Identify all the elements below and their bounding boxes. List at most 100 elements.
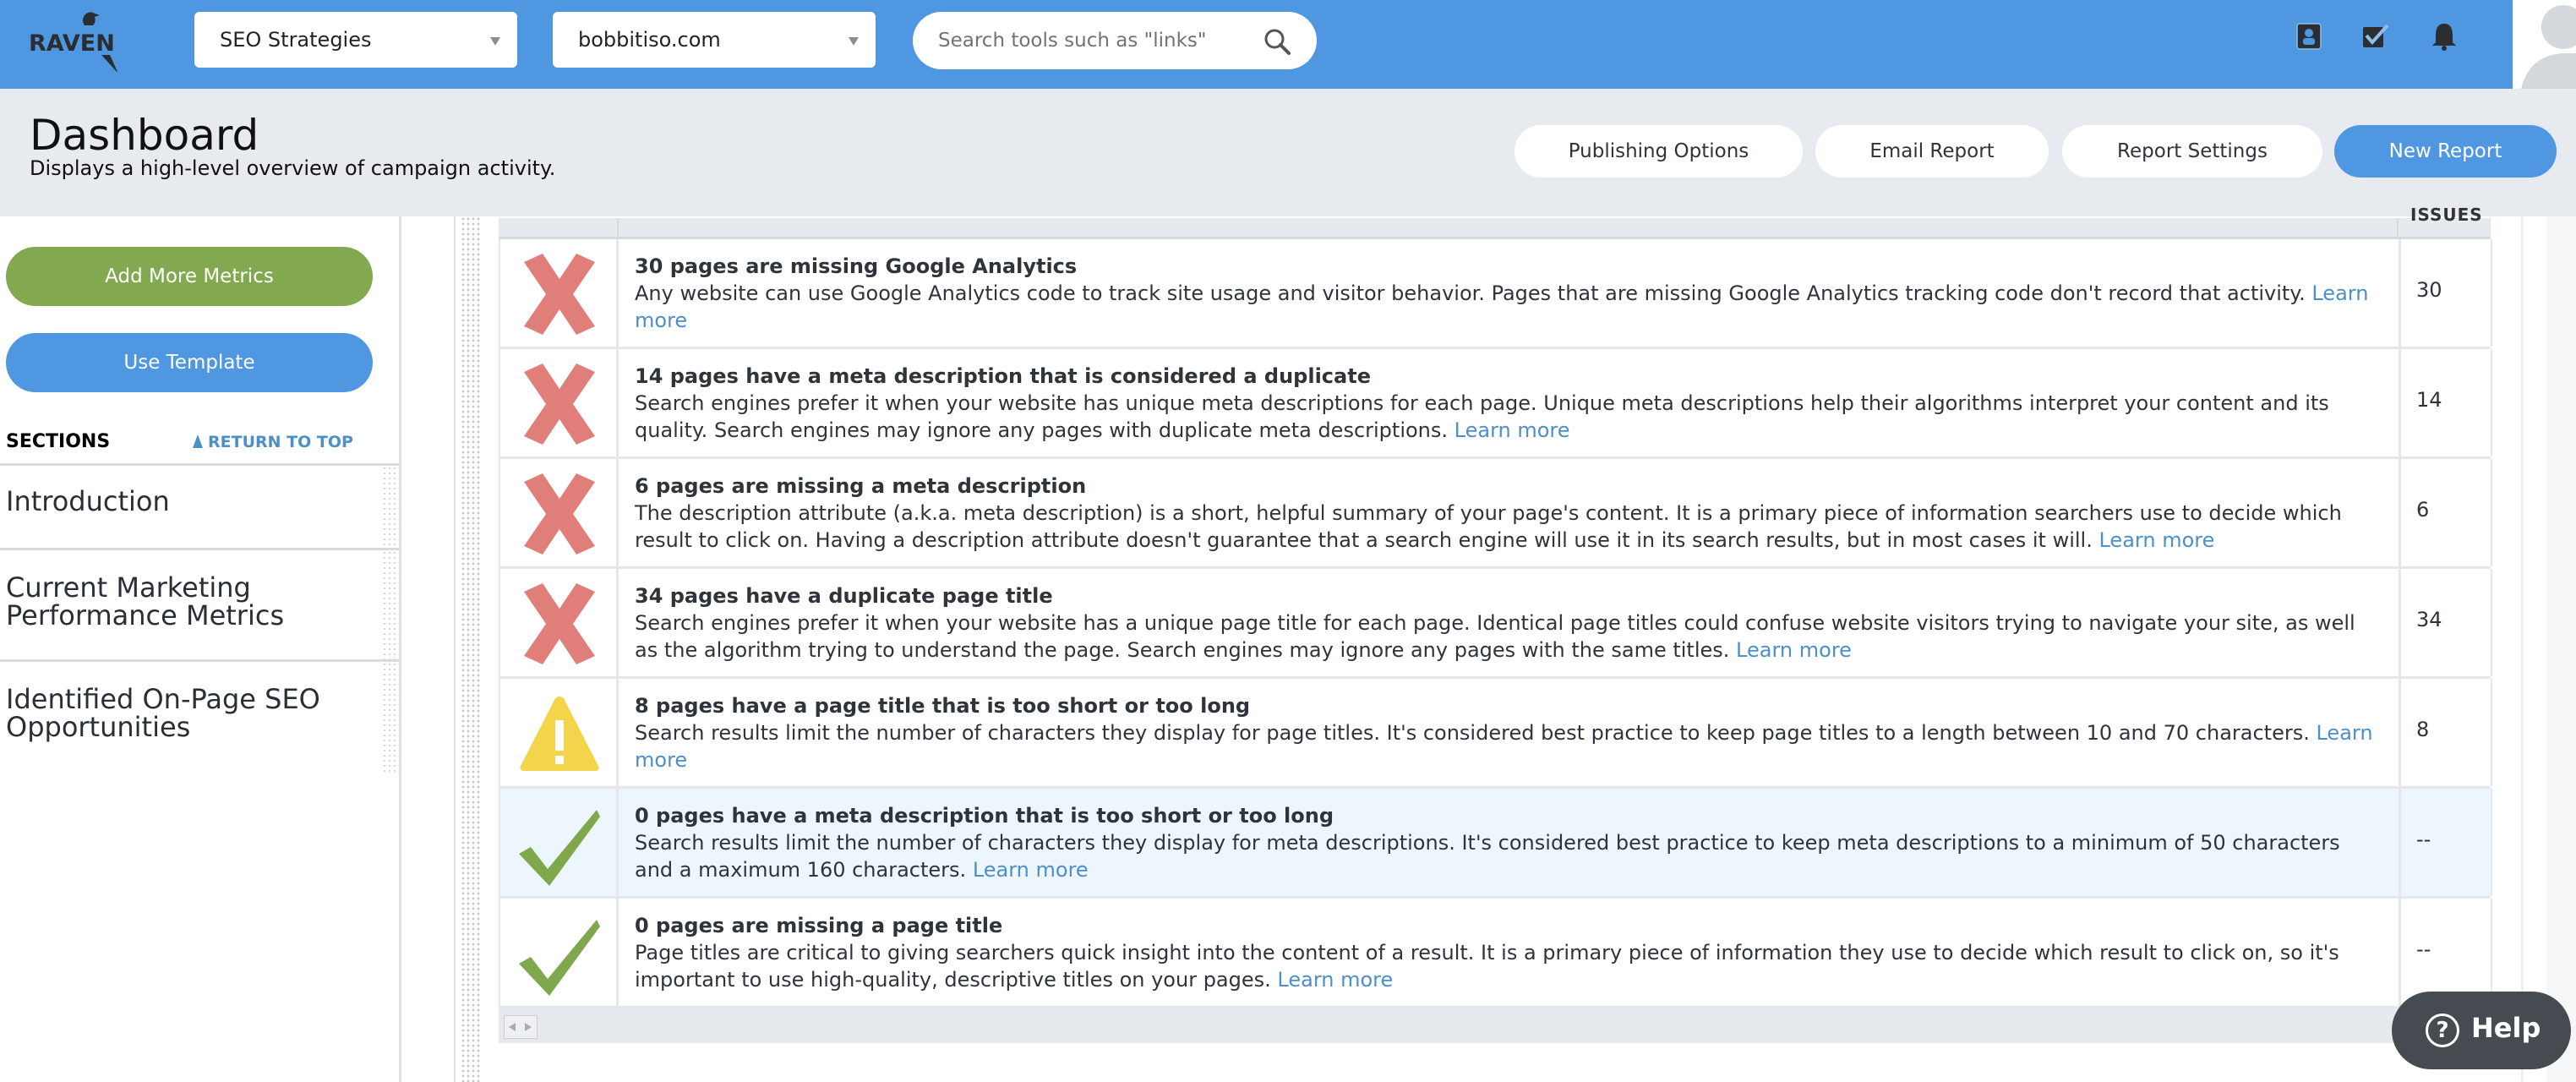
campaign-select[interactable]: SEO Strategies bbox=[194, 12, 517, 68]
search-icon[interactable] bbox=[1263, 27, 1291, 56]
issue-content: 34 pages have a duplicate page title Sea… bbox=[635, 569, 2382, 676]
add-more-metrics-button[interactable]: Add More Metrics bbox=[6, 247, 373, 306]
issues-count: 34 bbox=[2416, 608, 2442, 631]
logo-text: RAVEN bbox=[29, 30, 115, 57]
status-cell bbox=[500, 349, 619, 456]
issue-description: Search engines prefer it when your websi… bbox=[635, 609, 2382, 664]
issue-description: Page titles are critical to giving searc… bbox=[635, 939, 2382, 993]
issues-count: -- bbox=[2416, 937, 2431, 961]
table-row: 30 pages are missing Google Analytics An… bbox=[499, 239, 2492, 349]
tool-search[interactable] bbox=[913, 12, 1317, 69]
domain-select[interactable]: bobbitiso.com bbox=[553, 12, 876, 68]
section-drag-handle[interactable] bbox=[461, 216, 481, 1082]
issue-title: 34 pages have a duplicate page title bbox=[635, 583, 1053, 608]
issues-count: 8 bbox=[2416, 718, 2430, 741]
user-avatar[interactable] bbox=[2513, 0, 2576, 89]
report-settings-button[interactable]: Report Settings bbox=[2062, 125, 2322, 178]
issue-description-text: Page titles are critical to giving searc… bbox=[635, 940, 2339, 992]
issues-count-cell: 30 bbox=[2399, 239, 2492, 347]
page-header: Dashboard Displays a high-level overview… bbox=[0, 89, 2576, 216]
return-to-top-link[interactable]: RETURN TO TOP bbox=[193, 433, 353, 451]
sidebar-item-identified-on-page-seo-opportunities[interactable]: Identified On-Page SEO Opportunities bbox=[0, 659, 399, 773]
use-template-button[interactable]: Use Template bbox=[6, 333, 373, 392]
new-report-button[interactable]: New Report bbox=[2334, 125, 2557, 178]
tasks-checkbox-icon[interactable] bbox=[2361, 22, 2389, 51]
table-row: 0 pages have a meta description that is … bbox=[499, 789, 2492, 899]
drag-handle[interactable] bbox=[382, 466, 399, 548]
chevron-down-icon bbox=[849, 37, 859, 46]
learn-more-link[interactable]: Learn more bbox=[2098, 528, 2214, 552]
sidebar-item-label: Current Marketing Performance Metrics bbox=[6, 571, 285, 631]
scroll-left-icon[interactable] bbox=[509, 1023, 516, 1031]
drag-handle[interactable] bbox=[382, 662, 399, 773]
issue-content: 14 pages have a meta description that is… bbox=[635, 349, 2382, 456]
status-cell bbox=[500, 789, 619, 896]
learn-more-link[interactable]: Learn more bbox=[973, 858, 1089, 882]
issues-column-header[interactable]: ISSUES bbox=[2410, 205, 2483, 225]
top-navigation-bar: RAVEN SEO Strategies bobbitiso.com bbox=[0, 0, 2576, 89]
sidebar: Add More Metrics Use Template SECTIONS R… bbox=[0, 216, 401, 1082]
issue-content: 6 pages are missing a meta description T… bbox=[635, 459, 2382, 566]
issue-title: 8 pages have a page title that is too sh… bbox=[635, 693, 1251, 718]
page-title: Dashboard bbox=[30, 111, 259, 160]
issues-count: 14 bbox=[2416, 388, 2442, 412]
notifications-bell-icon[interactable] bbox=[2431, 22, 2458, 51]
issue-description: Any website can use Google Analytics cod… bbox=[635, 280, 2382, 334]
table-row: 6 pages are missing a meta description T… bbox=[499, 459, 2492, 569]
page-subtitle: Displays a high-level overview of campai… bbox=[30, 156, 556, 180]
status-cell bbox=[500, 459, 619, 566]
issues-count-cell: -- bbox=[2399, 789, 2492, 896]
issue-title: 30 pages are missing Google Analytics bbox=[635, 254, 1078, 278]
right-gutter bbox=[2546, 216, 2576, 1082]
search-input[interactable] bbox=[938, 24, 1251, 57]
issues-count: 6 bbox=[2416, 498, 2430, 522]
issue-description-text: Any website can use Google Analytics cod… bbox=[635, 281, 2306, 305]
contacts-icon[interactable] bbox=[2295, 22, 2322, 51]
column-divider bbox=[2397, 218, 2399, 239]
issues-count-cell: 6 bbox=[2399, 459, 2492, 566]
issues-count-cell: -- bbox=[2399, 899, 2492, 1006]
issue-content: 8 pages have a page title that is too sh… bbox=[635, 679, 2382, 786]
table-row: 14 pages have a meta description that is… bbox=[499, 349, 2492, 459]
drag-handle[interactable] bbox=[382, 550, 399, 659]
issue-content: 30 pages are missing Google Analytics An… bbox=[635, 239, 2382, 347]
return-to-top-label: RETURN TO TOP bbox=[208, 433, 353, 451]
table-footer bbox=[499, 1008, 2491, 1043]
campaign-select-value: SEO Strategies bbox=[220, 28, 372, 52]
learn-more-link[interactable]: Learn more bbox=[1277, 968, 1393, 992]
status-cell bbox=[500, 569, 619, 676]
issues-count-cell: 34 bbox=[2399, 569, 2492, 676]
sidebar-item-label: Identified On-Page SEO Opportunities bbox=[6, 683, 320, 743]
sections-heading: SECTIONS bbox=[6, 431, 111, 452]
issue-description: The description attribute (a.k.a. meta d… bbox=[635, 500, 2382, 554]
raven-logo[interactable]: RAVEN bbox=[25, 8, 118, 74]
issue-description: Search results limit the number of chara… bbox=[635, 719, 2382, 773]
issue-description-text: The description attribute (a.k.a. meta d… bbox=[635, 500, 2342, 552]
email-report-button[interactable]: Email Report bbox=[1815, 125, 2049, 178]
horizontal-scroll-control[interactable] bbox=[504, 1015, 538, 1039]
issue-title: 14 pages have a meta description that is… bbox=[635, 363, 1371, 388]
sidebar-item-introduction[interactable]: Introduction bbox=[0, 463, 399, 548]
scroll-right-icon[interactable] bbox=[525, 1023, 532, 1031]
sidebar-item-current-marketing-performance-metrics[interactable]: Current Marketing Performance Metrics bbox=[0, 548, 399, 659]
issue-description-text: Search results limit the number of chara… bbox=[635, 830, 2340, 882]
report-main-panel: ISSUES 30 pages are missing Google Analy… bbox=[454, 205, 2576, 1082]
learn-more-link[interactable]: Learn more bbox=[1736, 638, 1852, 662]
issues-count: -- bbox=[2416, 828, 2431, 851]
issues-count-cell: 14 bbox=[2399, 349, 2492, 456]
issues-count-cell: 8 bbox=[2399, 679, 2492, 786]
help-button[interactable]: ? Help bbox=[2392, 992, 2571, 1069]
issue-description: Search engines prefer it when your websi… bbox=[635, 390, 2382, 444]
column-divider bbox=[617, 218, 619, 239]
table-row: 34 pages have a duplicate page title Sea… bbox=[499, 569, 2492, 679]
issue-title: 6 pages are missing a meta description bbox=[635, 473, 1087, 498]
status-cell bbox=[500, 679, 619, 786]
publishing-options-button[interactable]: Publishing Options bbox=[1514, 125, 1803, 178]
learn-more-link[interactable]: Learn more bbox=[1454, 418, 1570, 442]
table-header: ISSUES bbox=[499, 205, 2491, 239]
help-label: Help bbox=[2471, 1012, 2541, 1044]
table-row: 0 pages are missing a page title Page ti… bbox=[499, 899, 2492, 1008]
sidebar-item-label: Introduction bbox=[6, 485, 170, 517]
issue-title: 0 pages are missing a page title bbox=[635, 913, 1003, 937]
issue-title: 0 pages have a meta description that is … bbox=[635, 803, 1334, 828]
